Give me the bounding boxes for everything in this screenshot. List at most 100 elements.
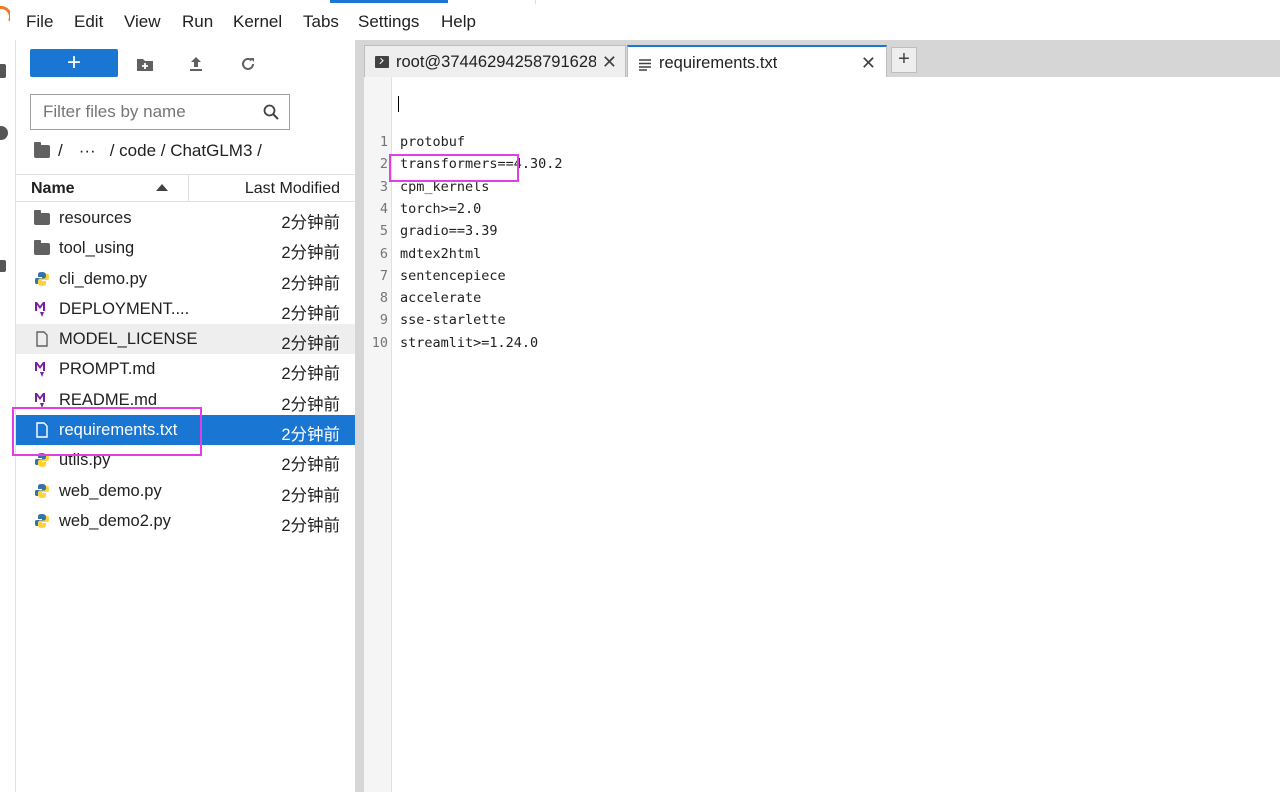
- search-icon: [263, 104, 279, 125]
- file-row[interactable]: tool_using 2分钟前: [16, 233, 355, 263]
- file-name: web_demo.py: [59, 481, 162, 500]
- tab-bar: root@37446294258791628 ✕ requirements.tx…: [364, 40, 1280, 78]
- file-name: tool_using: [59, 239, 135, 258]
- breadcrumb-ellipsis[interactable]: ···: [79, 141, 96, 161]
- menu-kernel[interactable]: Kernel: [233, 12, 282, 32]
- file-modified: 2分钟前: [281, 516, 340, 535]
- line-number: 2: [379, 156, 388, 173]
- file-modified: 2分钟前: [281, 395, 340, 414]
- tab-terminal[interactable]: root@37446294258791628 ✕: [364, 45, 626, 77]
- file-modified: 2分钟前: [281, 426, 340, 445]
- line-text: gradio==3.39: [400, 223, 498, 240]
- running-icon[interactable]: [0, 126, 8, 140]
- toc-icon[interactable]: [0, 190, 4, 206]
- file-list-header: Name Last Modified: [16, 174, 355, 202]
- tab-requirements[interactable]: requirements.txt ✕: [627, 45, 887, 78]
- file-row[interactable]: resources 2分钟前: [16, 203, 355, 233]
- line-number: 9: [379, 312, 388, 329]
- menu-divider: [535, 0, 536, 4]
- line-number: 10: [371, 334, 388, 351]
- text-editor[interactable]: 1 protobuf 2 transformers==4.30.2 3 cpm_…: [364, 77, 1280, 792]
- main-area: root@37446294258791628 ✕ requirements.tx…: [364, 40, 1280, 792]
- file-list: resources 2分钟前 tool_using 2分钟前 cli_demo.…: [16, 203, 355, 536]
- markdown-icon: [34, 301, 50, 317]
- file-icon: [34, 331, 50, 347]
- file-modified: 2分钟前: [281, 274, 340, 293]
- line-number: 6: [379, 245, 388, 262]
- file-row[interactable]: DEPLOYMENT.... 2分钟前: [16, 294, 355, 324]
- code-line[interactable]: 6 mdtex2html: [364, 243, 1280, 265]
- file-modified: 2分钟前: [281, 486, 340, 505]
- menu-bar: File Edit View Run Kernel Tabs Settings …: [0, 0, 1280, 40]
- file-browser-icon[interactable]: [0, 64, 6, 78]
- line-text: accelerate: [400, 290, 482, 307]
- code-line[interactable]: 5 gradio==3.39: [364, 220, 1280, 242]
- file-name: web_demo2.py: [59, 511, 171, 530]
- annotation-highlight-file: [12, 407, 202, 456]
- file-row[interactable]: MODEL_LICENSE 2分钟前: [16, 324, 355, 355]
- file-modified: 2分钟前: [281, 456, 340, 475]
- file-row[interactable]: web_demo.py 2分钟前: [16, 476, 355, 506]
- file-name: PROMPT.md: [59, 360, 156, 379]
- add-tab-button[interactable]: +: [891, 47, 917, 73]
- code-line[interactable]: 10 streamlit>=1.24.0: [364, 332, 1280, 354]
- code-line[interactable]: 4 torch>=2.0: [364, 198, 1280, 220]
- text-cursor: [398, 96, 399, 112]
- close-icon[interactable]: ✕: [602, 52, 617, 73]
- line-text: sentencepiece: [400, 267, 506, 284]
- file-name: resources: [59, 209, 132, 227]
- breadcrumb-path[interactable]: / code / ChatGLM3 /: [110, 141, 262, 161]
- filter-placeholder: Filter files by name: [43, 102, 186, 121]
- column-divider[interactable]: [188, 175, 189, 202]
- folder-icon: [34, 210, 50, 225]
- line-text: sse-starlette: [400, 312, 506, 329]
- extensions-icon[interactable]: [0, 260, 6, 272]
- menu-edit[interactable]: Edit: [74, 12, 103, 32]
- file-name: MODEL_LICENSE: [59, 330, 198, 349]
- file-name: cli_demo.py: [59, 269, 148, 288]
- file-modified: 2分钟前: [281, 335, 340, 354]
- new-folder-icon[interactable]: [134, 53, 156, 75]
- file-modified: 2分钟前: [281, 244, 340, 263]
- markdown-icon: [34, 392, 50, 408]
- file-browser-toolbar: +: [16, 48, 355, 80]
- line-text: protobuf: [400, 134, 466, 150]
- jupyter-logo-icon: [0, 4, 10, 28]
- line-number: 4: [379, 200, 388, 217]
- panel-splitter[interactable]: [355, 40, 364, 792]
- line-number: 1: [379, 134, 388, 150]
- column-modified-header[interactable]: Last Modified: [245, 180, 340, 198]
- line-number: 3: [379, 178, 388, 195]
- tab-label: requirements.txt: [659, 54, 778, 72]
- column-name-header[interactable]: Name: [31, 180, 75, 198]
- upload-icon[interactable]: [185, 53, 207, 75]
- markdown-icon: [34, 361, 50, 378]
- file-row[interactable]: web_demo2.py 2分钟前: [16, 506, 355, 536]
- menu-file[interactable]: File: [26, 12, 53, 32]
- line-text: torch>=2.0: [400, 200, 482, 217]
- file-row[interactable]: PROMPT.md 2分钟前: [16, 354, 355, 384]
- new-launcher-button[interactable]: +: [30, 49, 118, 77]
- sort-ascending-icon[interactable]: [156, 184, 168, 191]
- menu-tabs[interactable]: Tabs: [303, 12, 339, 32]
- breadcrumb: / ··· / code / ChatGLM3 /: [34, 140, 262, 162]
- refresh-icon[interactable]: [237, 53, 259, 75]
- breadcrumb-root[interactable]: /: [58, 141, 63, 161]
- code-line[interactable]: 1 protobuf: [364, 131, 1280, 153]
- menu-settings[interactable]: Settings: [358, 12, 419, 32]
- file-modified: 2分钟前: [281, 365, 340, 384]
- line-number: 7: [379, 267, 388, 284]
- filter-input[interactable]: Filter files by name: [30, 94, 290, 130]
- python-icon: [34, 513, 50, 529]
- code-line[interactable]: 8 accelerate: [364, 287, 1280, 309]
- line-text: streamlit>=1.24.0: [400, 334, 539, 351]
- code-line[interactable]: 7 sentencepiece: [364, 265, 1280, 287]
- menu-help[interactable]: Help: [441, 12, 476, 32]
- code-line[interactable]: 9 sse-starlette: [364, 309, 1280, 331]
- tab-label: root@37446294258791628: [396, 53, 596, 71]
- home-folder-icon[interactable]: [34, 141, 50, 158]
- menu-run[interactable]: Run: [182, 12, 213, 32]
- file-row[interactable]: cli_demo.py 2分钟前: [16, 264, 355, 294]
- menu-view[interactable]: View: [124, 12, 161, 32]
- close-icon[interactable]: ✕: [861, 53, 876, 74]
